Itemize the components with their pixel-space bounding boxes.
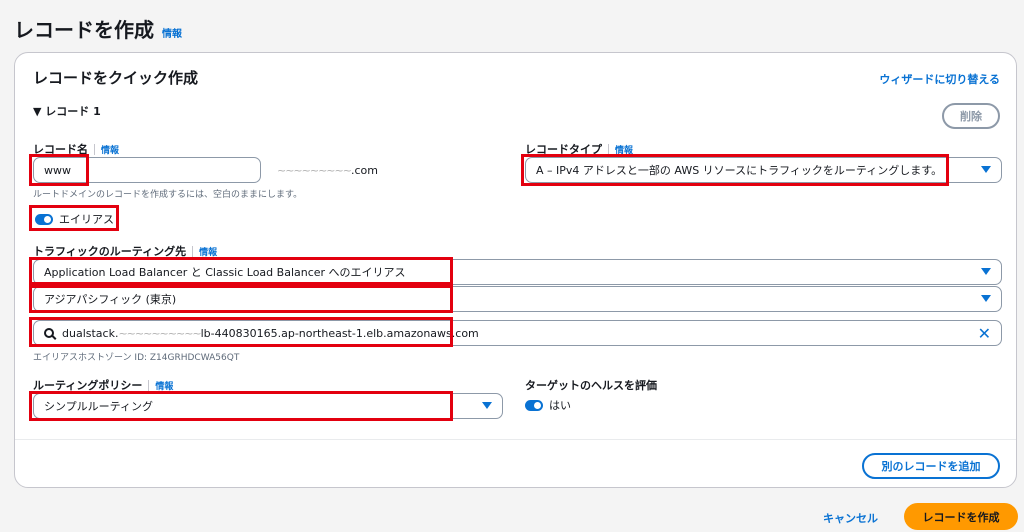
page-info-link[interactable]: 情報 bbox=[162, 25, 182, 40]
region-value: アジアパシフィック (東京) bbox=[44, 293, 177, 306]
routing-policy-info-link[interactable]: 情報 bbox=[155, 379, 173, 392]
page-header: レコードを作成 情報 bbox=[14, 14, 182, 43]
record-type-select[interactable]: A – IPv4 アドレスと一部の AWS リソースにトラフィックをルーティング… bbox=[525, 157, 1002, 183]
label-separator bbox=[608, 143, 609, 155]
close-icon[interactable]: ✕ bbox=[978, 324, 991, 343]
label-separator bbox=[192, 245, 194, 257]
alias-label: エイリアス bbox=[59, 213, 114, 226]
chevron-down-icon bbox=[482, 402, 492, 409]
health-check-label-row: ターゲットのヘルスを評価 bbox=[525, 377, 657, 393]
record-name-value: www bbox=[44, 163, 71, 177]
domain-tld: .com bbox=[350, 164, 378, 177]
routing-policy-select[interactable]: シンプルルーティング bbox=[33, 393, 503, 419]
cancel-link[interactable]: キャンセル bbox=[823, 510, 878, 526]
record-name-label: レコード名 bbox=[33, 143, 88, 156]
chevron-down-icon bbox=[981, 295, 991, 302]
alias-toggle[interactable] bbox=[35, 213, 53, 225]
card-divider bbox=[15, 439, 1016, 440]
record-name-info-link[interactable]: 情報 bbox=[101, 143, 119, 156]
record-name-hint: ルートドメインのレコードを作成するには、空白のままにします。 bbox=[33, 190, 303, 200]
record-type-label-row: レコードタイプ 情報 bbox=[525, 141, 633, 157]
traffic-route-info-link[interactable]: 情報 bbox=[199, 245, 217, 258]
domain-masked: ~~~~~~~~~ bbox=[277, 164, 352, 177]
domain-suffix: ~~~~~~~~~.com bbox=[277, 164, 378, 177]
endpoint-type-value: Application Load Balancer と Classic Load… bbox=[44, 266, 406, 279]
endpoint-type-select[interactable]: Application Load Balancer と Classic Load… bbox=[33, 259, 1002, 285]
label-separator bbox=[148, 379, 150, 391]
traffic-route-label: トラフィックのルーティング先 bbox=[33, 245, 187, 258]
routing-policy-label: ルーティングポリシー bbox=[33, 379, 143, 392]
health-check-toggle[interactable] bbox=[525, 399, 543, 411]
lb-masked: ~~~~~~~~~~ bbox=[118, 326, 201, 340]
health-check-toggle-row[interactable]: はい bbox=[525, 397, 571, 413]
load-balancer-search-input[interactable]: dualstack. ~~~~~~~~~~ lb-440830165.ap-nort… bbox=[33, 320, 1002, 346]
search-icon bbox=[44, 328, 54, 338]
routing-policy-label-row: ルーティングポリシー 情報 bbox=[33, 377, 173, 393]
switch-to-wizard-link[interactable]: ウィザードに切り替える bbox=[879, 71, 1000, 87]
add-another-record-button[interactable]: 別のレコードを追加 bbox=[862, 453, 1000, 479]
record-name-label-row: レコード名 情報 bbox=[33, 141, 119, 157]
card-title: レコードをクイック作成 bbox=[33, 69, 199, 87]
chevron-down-icon bbox=[981, 268, 991, 275]
page-title: レコードを作成 bbox=[14, 18, 154, 42]
record-name-input[interactable]: www bbox=[33, 157, 261, 183]
health-check-label: ターゲットのヘルスを評価 bbox=[525, 379, 657, 392]
alias-toggle-row[interactable]: エイリアス bbox=[35, 211, 114, 227]
health-check-value: はい bbox=[549, 399, 571, 412]
record-header-label: ▼ レコード 1 bbox=[33, 105, 101, 118]
create-record-button[interactable]: レコードを作成 bbox=[904, 503, 1018, 530]
routing-policy-value: シンプルルーティング bbox=[44, 400, 154, 413]
chevron-down-icon bbox=[981, 166, 991, 173]
record-type-label: レコードタイプ bbox=[525, 143, 602, 156]
label-separator bbox=[94, 143, 95, 155]
delete-record-button[interactable]: 削除 bbox=[942, 103, 1000, 129]
hosted-zone-id: エイリアスホストゾーン ID: Z14GRHDCWA56QT bbox=[33, 353, 240, 363]
region-select[interactable]: アジアパシフィック (東京) bbox=[33, 286, 1002, 312]
record-type-value: A – IPv4 アドレスと一部の AWS リソースにトラフィックをルーティング… bbox=[536, 164, 943, 177]
record-type-info-link[interactable]: 情報 bbox=[615, 143, 633, 156]
lb-suffix: lb-440830165.ap-northeast-1.elb.amazonaw… bbox=[200, 326, 479, 340]
traffic-route-label-row: トラフィックのルーティング先 情報 bbox=[33, 243, 217, 259]
lb-prefix: dualstack. bbox=[62, 326, 119, 340]
quick-create-card: レコードをクイック作成 ウィザードに切り替える ▼ レコード 1 削除 レコード… bbox=[14, 52, 1017, 488]
record-1-expander[interactable]: ▼ レコード 1 bbox=[33, 103, 101, 119]
